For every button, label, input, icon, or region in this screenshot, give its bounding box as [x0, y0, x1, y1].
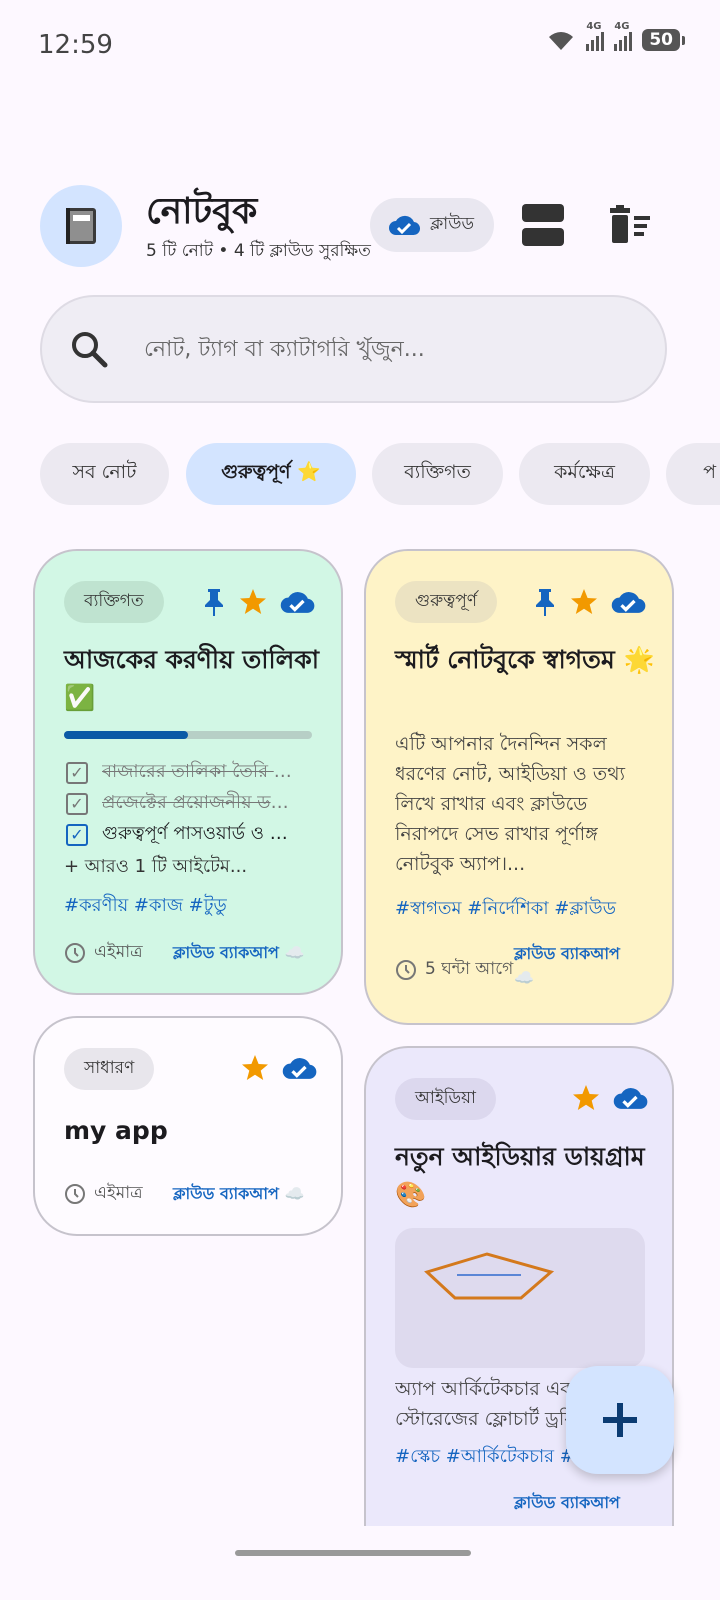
note-title: স্মার্ট নোটবুকে স্বাগতম 🌟 [395, 645, 655, 674]
more-items-label: + আরও 1 টি আইটেম... [64, 856, 248, 877]
cloud-sync-button[interactable]: ক্লাউড [370, 198, 494, 252]
note-time: এইমাত্র [64, 939, 143, 967]
checkbox-checked-icon[interactable]: ✓ [66, 761, 88, 784]
checklist-item[interactable]: ✓ প্রজেক্টের প্রয়োজনীয় ডকুমেন্ট [66, 788, 300, 819]
star-icon[interactable] [572, 1084, 600, 1112]
note-tags: #করণীয় #কাজ #টুডু [64, 895, 227, 916]
checkbox-checked-icon[interactable]: ✓ [66, 792, 88, 815]
note-time: এইমাত্র [64, 1180, 143, 1208]
backup-label: ক্লাউড ব্যাকআপ ☁️ [173, 943, 305, 962]
status-time: 12:59 [38, 30, 113, 60]
clock-icon [65, 943, 85, 963]
filter-chip-more[interactable]: প [666, 443, 720, 505]
category-badge: সাধারণ [64, 1048, 155, 1090]
cloud-label: ক্লাউড [430, 214, 474, 234]
plus-icon [603, 1403, 637, 1437]
category-badge: গুরুত্বপূর্ণ [395, 581, 498, 623]
backup-label: ক্লাউড ব্যাকআপ ☁️ [514, 944, 620, 987]
search-bar[interactable] [40, 295, 667, 403]
filter-chip-work[interactable]: কর্মক্ষেত্র [519, 443, 650, 505]
checkbox-checked-icon[interactable]: ✓ [66, 823, 88, 846]
note-tags: #স্বাগতম #নির্দেশিকা #ক্লাউড [395, 898, 616, 919]
clock-icon [65, 1184, 85, 1204]
battery-indicator: 50 [642, 29, 685, 51]
sketch-preview [395, 1228, 645, 1368]
cloud-done-icon [282, 1058, 317, 1079]
cloud-done-icon [389, 215, 420, 236]
note-card-myapp[interactable]: সাধারণ my app এইমাত্র ক্লাউড ব্যাকআপ ☁️ [33, 1016, 343, 1236]
note-tags: #স্কেচ #আর্কিটেকচার # [395, 1446, 575, 1467]
filter-chip-important[interactable]: গুরুত্বপূর্ণ ⭐ [186, 443, 356, 505]
filter-chip-all[interactable]: সব নোট [40, 443, 169, 505]
add-note-button[interactable] [566, 1366, 674, 1474]
search-icon [72, 332, 108, 368]
checklist-item[interactable]: ✓ গুরুত্বপূর্ণ পাসওয়ার্ড ও তথ্য [66, 819, 300, 850]
note-title: আজকের করণীয় তালিকা ✅ [64, 645, 319, 712]
pin-icon[interactable] [532, 587, 558, 617]
note-time: 5 ঘন্টা আগে [395, 956, 513, 984]
category-badge: ব্যক্তিগত [64, 581, 164, 623]
trash-button[interactable] [606, 204, 652, 246]
progress-track [64, 731, 312, 739]
notebook-icon [40, 185, 122, 267]
category-badge: আইডিয়া [395, 1078, 496, 1120]
note-card-todo[interactable]: ব্যক্তিগত আজকের করণীয় তালিকা ✅ ✓ বাজারে… [33, 549, 343, 995]
notes-summary: 5 টি নোট • 4 টি ক্লাউড সুরক্ষিত [146, 241, 371, 261]
delete-sweep-icon [610, 205, 650, 243]
note-body: এটি আপনার দৈনন্দিন সকল ধরণের নোট, আইডিয়… [395, 733, 626, 875]
backup-label: ক্লাউড ব্যাকআপ ☁️ [173, 1184, 305, 1203]
view-agenda-icon [522, 204, 564, 222]
note-title: নতুন আইডিয়ার ডায়গ্রাম 🎨 [395, 1142, 645, 1209]
star-icon[interactable] [570, 588, 598, 616]
pin-icon[interactable] [201, 587, 227, 617]
wifi-icon [549, 32, 574, 50]
clock-icon [396, 960, 416, 980]
search-input[interactable] [144, 336, 614, 362]
backup-label: ক্লাউড ব্যাকআপ [514, 1493, 620, 1512]
cloud-done-icon [280, 592, 315, 613]
diagram-sketch [424, 1252, 555, 1300]
home-indicator[interactable] [235, 1550, 471, 1556]
note-card-welcome[interactable]: গুরুত্বপূর্ণ স্মার্ট নোটবুকে স্বাগতম 🌟 এ… [364, 549, 674, 1025]
layout-toggle-button[interactable] [522, 204, 564, 246]
filter-chip-personal[interactable]: ব্যক্তিগত [372, 443, 503, 505]
signal-icon-2: 4G [614, 21, 633, 51]
checklist-item[interactable]: ✓ বাজারের তালিকা তৈরি করা [66, 757, 300, 788]
page-title: নোটবুক [146, 191, 258, 232]
status-icons: 4G 4G 50 [546, 21, 685, 52]
star-icon[interactable] [241, 1054, 269, 1082]
cloud-done-icon [611, 592, 646, 613]
progress-fill [64, 731, 188, 739]
star-icon[interactable] [239, 588, 267, 616]
cloud-done-icon [613, 1088, 648, 1109]
signal-icon: 4G [586, 21, 605, 51]
note-title: my app [64, 1116, 168, 1145]
